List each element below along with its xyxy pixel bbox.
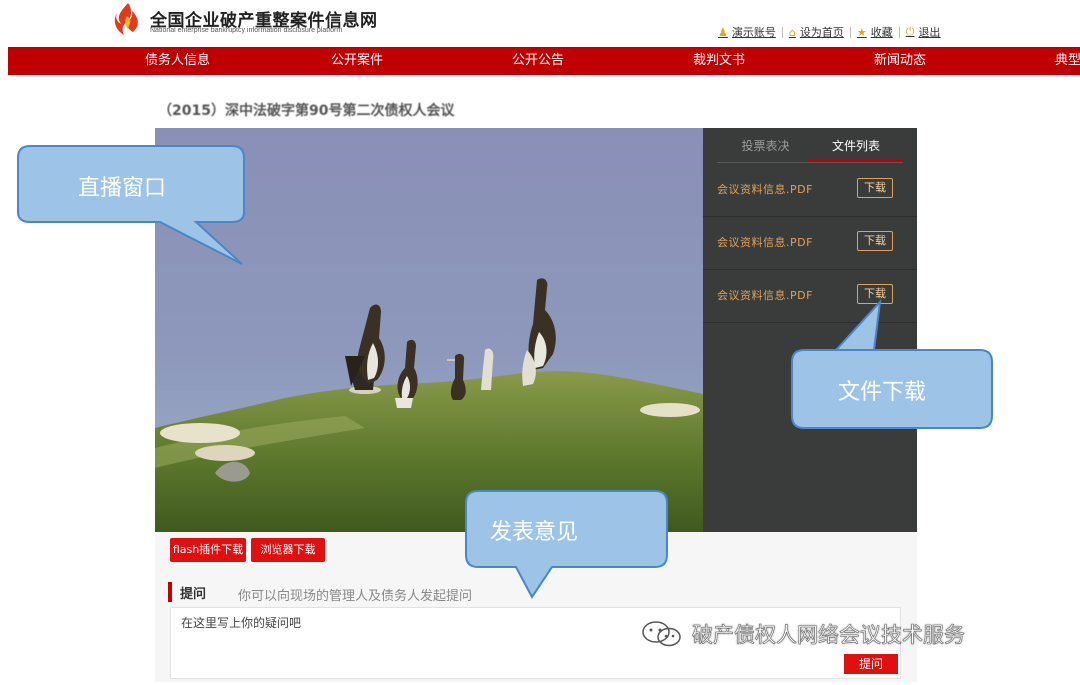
nav-judgments[interactable]: 裁判文书 <box>693 47 745 75</box>
file-side-panel: 投票表决 文件列表 会议资料信息.PDF 下载 会议资料信息.PDF 下载 会议… <box>703 128 917 532</box>
browser-download-button[interactable]: 浏览器下载 <box>251 538 325 562</box>
download-button[interactable]: 下载 <box>857 178 893 198</box>
callout-live-window-text: 直播窗口 <box>78 176 167 201</box>
site-subtitle: National enterprise bankruptcy informati… <box>150 27 343 34</box>
submit-question-button[interactable]: 提问 <box>844 654 898 674</box>
nav-typical-cases[interactable]: 典型 <box>1055 47 1080 75</box>
file-item: 会议资料信息.PDF 下载 <box>703 269 917 323</box>
logout-link[interactable]: ⏻ 退出 <box>900 24 947 40</box>
watermark: 破产债权人网络会议技术服务 <box>640 620 965 648</box>
set-homepage-link[interactable]: ⌂ 设为首页 <box>783 24 850 40</box>
flash-plugin-download-button[interactable]: flash插件下载 <box>170 538 246 562</box>
power-icon: ⏻ <box>905 25 915 38</box>
question-hint: 你可以向现场的管理人及债务人发起提问 <box>238 589 473 604</box>
live-video-player[interactable] <box>155 128 703 532</box>
nav-public-notices[interactable]: 公开公告 <box>512 47 564 75</box>
user-links: ♟ 演示账号 ⌂ 设为首页 ★ 收藏 ⏻ 退出 <box>712 24 946 40</box>
nav-news[interactable]: 新闻动态 <box>874 47 926 75</box>
file-item: 会议资料信息.PDF 下载 <box>703 216 917 270</box>
question-label: 提问 <box>180 587 207 602</box>
main-nav: 债务人信息 公开案件 公开公告 裁判文书 新闻动态 典型 <box>8 47 1080 75</box>
download-button[interactable]: 下载 <box>857 231 893 251</box>
download-button[interactable]: 下载 <box>857 284 893 304</box>
meeting-title: （2015）深中法破字第90号第二次债权人会议 <box>158 103 455 119</box>
favorite-link[interactable]: ★ 收藏 <box>851 24 899 40</box>
file-name[interactable]: 会议资料信息.PDF <box>717 163 813 216</box>
callout-post-comment-text: 发表意见 <box>490 520 579 545</box>
nav-debtor-info[interactable]: 债务人信息 <box>145 47 210 75</box>
file-name[interactable]: 会议资料信息.PDF <box>717 269 813 322</box>
demo-account-link[interactable]: ♟ 演示账号 <box>712 24 782 40</box>
section-marker <box>168 582 172 602</box>
watermark-text: 破产债权人网络会议技术服务 <box>692 623 966 648</box>
user-icon: ♟ <box>718 25 728 39</box>
star-icon: ★ <box>856 25 867 39</box>
file-item: 会议资料信息.PDF 下载 <box>703 163 917 217</box>
wechat-icon <box>642 621 681 647</box>
nav-public-cases[interactable]: 公开案件 <box>331 47 383 75</box>
callout-file-download-text: 文件下载 <box>838 380 927 405</box>
home-icon: ⌂ <box>788 25 796 39</box>
tab-file-list[interactable]: 文件列表 <box>808 136 904 162</box>
site-logo-icon[interactable] <box>112 2 142 38</box>
tab-voting[interactable]: 投票表决 <box>723 136 808 162</box>
video-frame <box>155 128 703 532</box>
file-name[interactable]: 会议资料信息.PDF <box>717 216 813 269</box>
